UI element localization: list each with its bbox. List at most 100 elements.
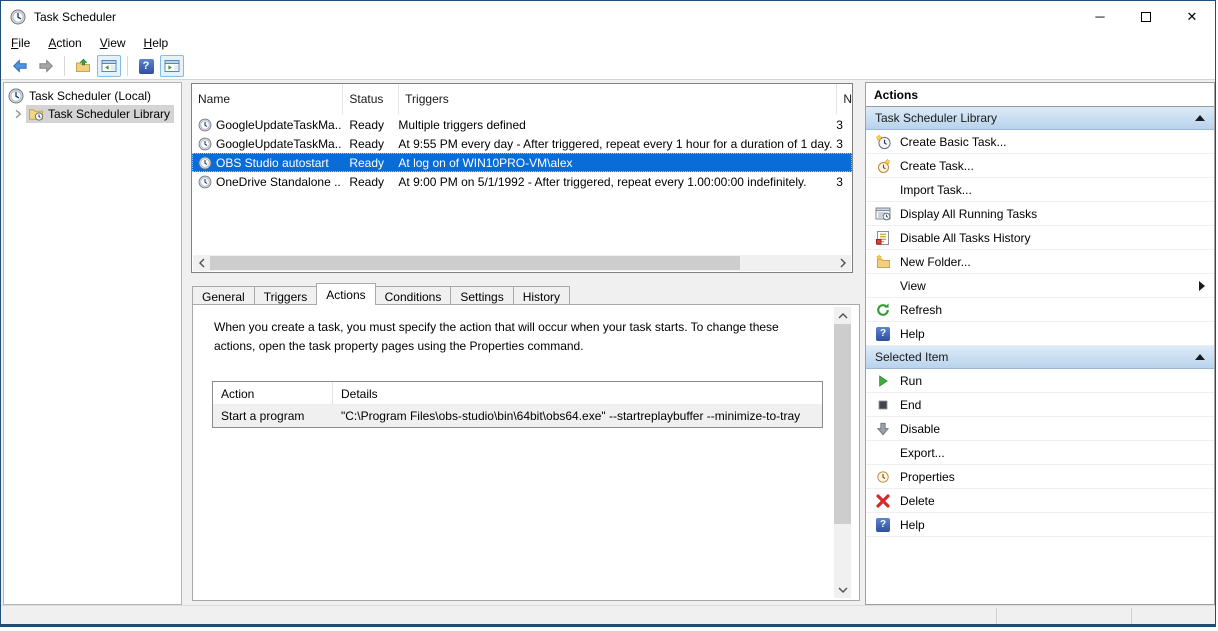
maximize-icon xyxy=(1141,11,1151,22)
status-bar xyxy=(1,605,1215,624)
table-row[interactable]: Start a program "C:\Program Files\obs-st… xyxy=(213,405,822,427)
export-folder-icon xyxy=(76,58,90,72)
section-header-selected-item[interactable]: Selected Item xyxy=(866,346,1214,369)
task-status: Ready xyxy=(349,117,384,132)
help-button[interactable]: ? xyxy=(134,55,158,77)
status-bar-divider xyxy=(1131,608,1132,624)
collapse-icon[interactable] xyxy=(1195,354,1205,360)
tab-general[interactable]: General xyxy=(192,286,255,305)
action-new-folder[interactable]: New Folder... xyxy=(866,250,1214,274)
action-help-selected[interactable]: ? Help xyxy=(866,513,1214,537)
horizontal-scrollbar[interactable] xyxy=(193,255,851,271)
menu-action[interactable]: Action xyxy=(39,33,90,53)
task-triggers: At 9:55 PM every day - After triggered, … xyxy=(398,136,833,151)
table-row-selected[interactable]: OBS Studio autostart Ready At log on of … xyxy=(192,153,852,172)
vertical-scrollbar[interactable] xyxy=(834,307,851,598)
action-import-task[interactable]: Import Task... xyxy=(866,178,1214,202)
action-disable[interactable]: Disable xyxy=(866,417,1214,441)
show-action-pane-button[interactable] xyxy=(160,55,184,77)
submenu-arrow-icon xyxy=(1199,280,1205,291)
actions-pane-title: Actions xyxy=(866,83,1214,107)
tree-node-library-selected[interactable]: Task Scheduler Library xyxy=(26,105,175,123)
scroll-right-icon[interactable] xyxy=(834,255,851,271)
actions-pane: Actions Task Scheduler Library Create Ba… xyxy=(865,82,1215,605)
tree-node-local[interactable]: Task Scheduler (Local) xyxy=(4,87,181,105)
task-status: Ready xyxy=(349,155,384,170)
task-scheduler-window: Task Scheduler ─ ✕ File Action View Help xyxy=(0,0,1216,627)
scrollbar-thumb[interactable] xyxy=(834,324,851,524)
console-tree-icon xyxy=(101,60,117,72)
tab-settings[interactable]: Settings xyxy=(450,286,514,305)
tree-node-library-label: Task Scheduler Library xyxy=(48,107,171,121)
minimize-button[interactable]: ─ xyxy=(1077,1,1123,32)
help-icon: ? xyxy=(876,326,890,341)
table-row[interactable]: GoogleUpdateTaskMa... Ready Multiple tri… xyxy=(192,115,852,134)
tree-node-library[interactable]: Task Scheduler Library xyxy=(4,105,181,123)
menu-help[interactable]: Help xyxy=(135,33,178,53)
action-disable-tasks-history[interactable]: Disable All Tasks History xyxy=(866,226,1214,250)
show-console-tree-button[interactable] xyxy=(97,55,121,77)
column-header-details[interactable]: Details xyxy=(333,382,822,404)
chevron-right-icon[interactable] xyxy=(10,109,26,119)
task-triggers: Multiple triggers defined xyxy=(398,117,526,132)
menu-file[interactable]: File xyxy=(2,33,39,53)
task-status: Ready xyxy=(349,174,384,189)
app-clock-icon xyxy=(10,9,26,24)
scroll-down-icon[interactable] xyxy=(834,581,851,598)
action-end[interactable]: End xyxy=(866,393,1214,417)
maximize-button[interactable] xyxy=(1123,1,1169,32)
title-bar: Task Scheduler ─ ✕ xyxy=(1,1,1215,32)
column-header-name[interactable]: Name xyxy=(192,84,344,114)
tab-history[interactable]: History xyxy=(512,286,571,305)
action-refresh[interactable]: Refresh xyxy=(866,298,1214,322)
action-display-running-tasks[interactable]: Display All Running Tasks xyxy=(866,202,1214,226)
scroll-left-icon[interactable] xyxy=(193,255,210,271)
collapse-icon[interactable] xyxy=(1195,115,1205,121)
close-button[interactable]: ✕ xyxy=(1169,1,1215,32)
create-basic-task-icon xyxy=(875,133,891,149)
run-icon xyxy=(879,374,888,387)
refresh-icon xyxy=(877,302,889,316)
action-delete[interactable]: Delete xyxy=(866,489,1214,513)
action-properties[interactable]: Properties xyxy=(866,465,1214,489)
tab-actions[interactable]: Actions xyxy=(316,283,376,305)
menu-view[interactable]: View xyxy=(91,33,135,53)
task-rows: GoogleUpdateTaskMa... Ready Multiple tri… xyxy=(192,115,852,191)
column-header-triggers[interactable]: Triggers xyxy=(399,84,838,114)
task-name: GoogleUpdateTaskMa... xyxy=(216,117,342,132)
table-row[interactable]: GoogleUpdateTaskMa... Ready At 9:55 PM e… xyxy=(192,134,852,153)
task-status: Ready xyxy=(349,136,384,151)
end-icon xyxy=(878,400,888,409)
table-row[interactable]: OneDrive Standalone ... Ready At 9:00 PM… xyxy=(192,172,852,191)
task-next-run: 3 xyxy=(836,174,843,189)
scroll-up-icon[interactable] xyxy=(834,307,851,324)
section-header-library[interactable]: Task Scheduler Library xyxy=(866,107,1214,130)
back-button[interactable] xyxy=(8,55,32,77)
column-header-action[interactable]: Action xyxy=(213,382,333,404)
forward-button[interactable] xyxy=(34,55,58,77)
action-details-table: Action Details Start a program "C:\Progr… xyxy=(212,381,823,428)
task-clock-icon xyxy=(198,118,212,131)
column-header-next-run[interactable]: N xyxy=(837,84,852,114)
help-icon: ? xyxy=(138,58,154,74)
help-icon: ? xyxy=(876,517,890,532)
column-header-status[interactable]: Status xyxy=(343,84,400,114)
properties-icon xyxy=(877,470,889,483)
forward-arrow-icon xyxy=(39,59,54,73)
task-triggers: At 9:00 PM on 5/1/1992 - After triggered… xyxy=(398,174,807,189)
tab-conditions[interactable]: Conditions xyxy=(374,286,452,305)
scrollbar-thumb[interactable] xyxy=(210,256,740,270)
action-pane-icon xyxy=(164,60,180,72)
action-help[interactable]: ? Help xyxy=(866,322,1214,346)
task-name: OneDrive Standalone ... xyxy=(216,174,342,189)
tab-triggers[interactable]: Triggers xyxy=(253,286,318,305)
export-list-button[interactable] xyxy=(71,55,95,77)
action-run[interactable]: Run xyxy=(866,369,1214,393)
toolbar-separator xyxy=(64,56,65,76)
task-next-run: 3 xyxy=(836,136,843,151)
action-create-task[interactable]: Create Task... xyxy=(866,154,1214,178)
action-view[interactable]: View xyxy=(866,274,1214,298)
task-clock-icon xyxy=(198,156,212,169)
action-create-basic-task[interactable]: Create Basic Task... xyxy=(866,130,1214,154)
action-export[interactable]: Export... xyxy=(866,441,1214,465)
